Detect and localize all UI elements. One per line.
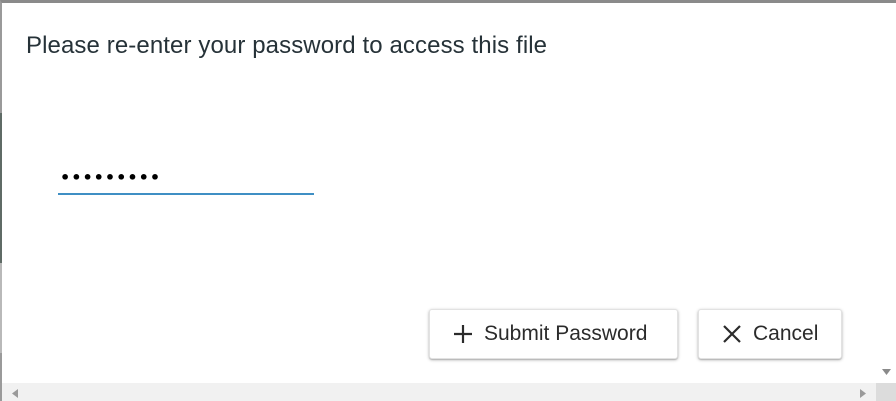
plus-icon	[452, 323, 474, 345]
submit-password-button[interactable]: Submit Password	[429, 309, 678, 359]
password-dialog: Please re-enter your password to access …	[0, 0, 896, 401]
close-icon	[721, 323, 743, 345]
cancel-button[interactable]: Cancel	[698, 309, 842, 359]
scroll-right-arrow-icon[interactable]	[854, 383, 871, 401]
horizontal-scrollbar[interactable]	[2, 383, 876, 401]
submit-password-label: Submit Password	[484, 322, 648, 345]
scroll-down-arrow-icon[interactable]	[876, 363, 896, 381]
password-input[interactable]	[58, 163, 314, 195]
scrollbar-corner	[876, 383, 896, 401]
dialog-title: Please re-enter your password to access …	[26, 32, 548, 59]
cancel-label: Cancel	[753, 322, 819, 345]
scroll-left-arrow-icon[interactable]	[6, 383, 23, 401]
background-window-edge	[0, 113, 2, 263]
background-window-edge-lower	[0, 263, 2, 353]
horizontal-scroll-track[interactable]	[24, 387, 850, 400]
vertical-scrollbar[interactable]	[876, 3, 896, 383]
